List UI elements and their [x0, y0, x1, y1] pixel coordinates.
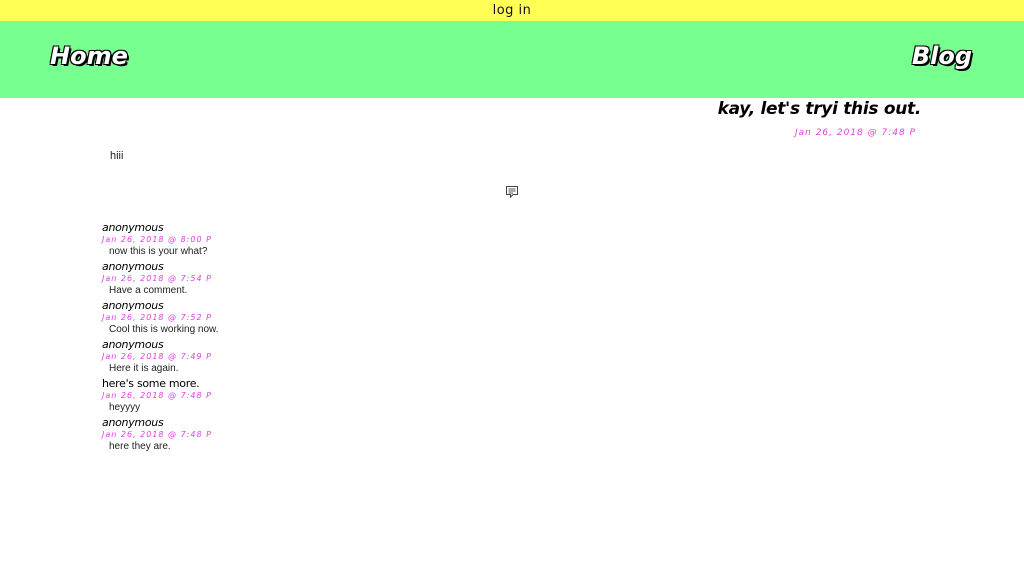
- comment-date: Jan 26, 2018 @ 7:52 P: [102, 313, 212, 322]
- post-body: hiii: [110, 150, 124, 162]
- comment-author: anonymous: [102, 221, 164, 234]
- comment-author: anonymous: [102, 338, 164, 351]
- nav-blog-link[interactable]: Blog: [912, 42, 972, 70]
- comment-item: anonymous Jan 26, 2018 @ 7:48 P here the…: [102, 416, 502, 455]
- comment-author: anonymous: [102, 416, 164, 429]
- comment-text: Have a comment.: [109, 285, 188, 296]
- comment-item: anonymous Jan 26, 2018 @ 8:00 P now this…: [102, 221, 502, 260]
- login-link[interactable]: log in: [493, 0, 532, 21]
- comment-text: Cool this is working now.: [109, 324, 219, 335]
- nav-home-link[interactable]: Home: [50, 42, 128, 70]
- comment-author: anonymous: [102, 299, 164, 312]
- comments-list: anonymous Jan 26, 2018 @ 8:00 P now this…: [102, 221, 502, 455]
- comment-author: anonymous: [102, 260, 164, 273]
- comment-text: now this is your what?: [109, 246, 208, 257]
- post-title: kay, let's tryi this out.: [717, 99, 922, 119]
- nav-bar: Home Blog: [0, 21, 1024, 98]
- top-bar: log in: [0, 0, 1024, 21]
- comment-icon[interactable]: [505, 185, 519, 199]
- comment-date: Jan 26, 2018 @ 8:00 P: [102, 235, 212, 244]
- comment-date: Jan 26, 2018 @ 7:48 P: [102, 391, 212, 400]
- comment-author: here's some more.: [102, 377, 200, 390]
- comment-date: Jan 26, 2018 @ 7:54 P: [102, 274, 212, 283]
- comment-text: Here it is again.: [109, 363, 179, 374]
- comment-item: anonymous Jan 26, 2018 @ 7:54 P Have a c…: [102, 260, 502, 299]
- comment-text: here they are.: [109, 441, 171, 452]
- comment-date: Jan 26, 2018 @ 7:49 P: [102, 352, 212, 361]
- comment-item: here's some more. Jan 26, 2018 @ 7:48 P …: [102, 377, 502, 416]
- post-date: Jan 26, 2018 @ 7:48 P: [794, 128, 916, 138]
- comment-item: anonymous Jan 26, 2018 @ 7:52 P Cool thi…: [102, 299, 502, 338]
- comment-item: anonymous Jan 26, 2018 @ 7:49 P Here it …: [102, 338, 502, 377]
- comment-date: Jan 26, 2018 @ 7:48 P: [102, 430, 212, 439]
- comment-text: heyyyy: [109, 402, 141, 413]
